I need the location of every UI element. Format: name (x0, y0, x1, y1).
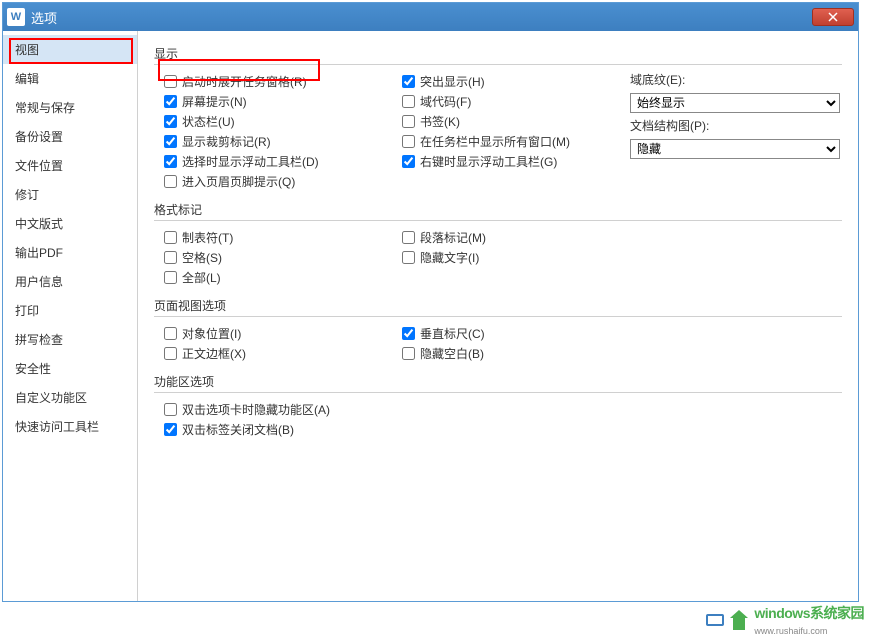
sidebar-item-general[interactable]: 常规与保存 (3, 93, 137, 122)
sidebar-item-revision[interactable]: 修订 (3, 180, 137, 209)
label-docmap: 文档结构图(P): (630, 117, 842, 134)
sidebar-item-filelocation[interactable]: 文件位置 (3, 151, 137, 180)
sidebar-item-view[interactable]: 视图 (3, 35, 137, 64)
label-taskbar-windows[interactable]: 在任务栏中显示所有窗口(M) (420, 133, 570, 150)
label-statusbar[interactable]: 状态栏(U) (182, 113, 235, 130)
watermark-sub: www.rushaifu.com (754, 626, 827, 636)
checkbox-hidewhite[interactable] (402, 347, 415, 360)
label-taskpane[interactable]: 启动时展开任务窗格(R) (182, 73, 307, 90)
checkbox-bookmark[interactable] (402, 115, 415, 128)
checkbox-all[interactable] (164, 271, 177, 284)
watermark-text: windows系统家园 (754, 605, 864, 621)
label-hidden[interactable]: 隐藏文字(I) (420, 249, 479, 266)
house-icon (728, 610, 750, 630)
label-screentip[interactable]: 屏幕提示(N) (182, 93, 247, 110)
window-title: 选项 (31, 8, 812, 27)
section-pageview-title: 页面视图选项 (154, 297, 842, 317)
checkbox-statusbar[interactable] (164, 115, 177, 128)
label-textborder[interactable]: 正文边框(X) (182, 345, 246, 362)
label-closetab[interactable]: 双击标签关闭文档(B) (182, 421, 294, 438)
section-ribbon-title: 功能区选项 (154, 373, 842, 393)
label-objectpos[interactable]: 对象位置(I) (182, 325, 241, 342)
label-tab[interactable]: 制表符(T) (182, 229, 233, 246)
section-display-title: 显示 (154, 45, 842, 65)
checkbox-hideribbon[interactable] (164, 403, 177, 416)
label-fieldcode[interactable]: 域代码(F) (420, 93, 471, 110)
checkbox-tab[interactable] (164, 231, 177, 244)
label-highlight[interactable]: 突出显示(H) (420, 73, 485, 90)
checkbox-fieldcode[interactable] (402, 95, 415, 108)
checkbox-floattoolbar-select[interactable] (164, 155, 177, 168)
sidebar-item-customribbon[interactable]: 自定义功能区 (3, 383, 137, 412)
label-hidewhite[interactable]: 隐藏空白(B) (420, 345, 484, 362)
label-space[interactable]: 空格(S) (182, 249, 222, 266)
checkbox-vruler[interactable] (402, 327, 415, 340)
sidebar-item-userinfo[interactable]: 用户信息 (3, 267, 137, 296)
sidebar-item-edit[interactable]: 编辑 (3, 64, 137, 93)
checkbox-taskpane[interactable] (164, 75, 177, 88)
checkbox-cropmark[interactable] (164, 135, 177, 148)
checkbox-headerfooter[interactable] (164, 175, 177, 188)
checkbox-floattoolbar-right[interactable] (402, 155, 415, 168)
label-headerfooter[interactable]: 进入页眉页脚提示(Q) (182, 173, 295, 190)
sidebar-item-quickaccess[interactable]: 快速访问工具栏 (3, 412, 137, 441)
checkbox-objectpos[interactable] (164, 327, 177, 340)
main-panel: 显示 启动时展开任务窗格(R) 屏幕提示(N) 状态栏(U) 显示裁剪标记(R)… (138, 31, 858, 601)
label-vruler[interactable]: 垂直标尺(C) (420, 325, 485, 342)
watermark: windows系统家园 www.rushaifu.com (706, 603, 864, 637)
sidebar-item-pdf[interactable]: 输出PDF (3, 238, 137, 267)
sidebar-item-security[interactable]: 安全性 (3, 354, 137, 383)
label-floattoolbar-right[interactable]: 右键时显示浮动工具栏(G) (420, 153, 557, 170)
close-button[interactable] (812, 8, 854, 26)
checkbox-paragraph[interactable] (402, 231, 415, 244)
checkbox-highlight[interactable] (402, 75, 415, 88)
checkbox-textborder[interactable] (164, 347, 177, 360)
label-paragraph[interactable]: 段落标记(M) (420, 229, 486, 246)
select-docmap[interactable]: 隐藏 (630, 139, 840, 159)
select-shading[interactable]: 始终显示 (630, 93, 840, 113)
checkbox-closetab[interactable] (164, 423, 177, 436)
sidebar-item-spellcheck[interactable]: 拼写检查 (3, 325, 137, 354)
section-format-title: 格式标记 (154, 201, 842, 221)
sidebar-item-chinese[interactable]: 中文版式 (3, 209, 137, 238)
label-shading: 域底纹(E): (630, 71, 842, 88)
sidebar-item-backup[interactable]: 备份设置 (3, 122, 137, 151)
checkbox-space[interactable] (164, 251, 177, 264)
close-icon (828, 12, 838, 22)
sidebar-item-print[interactable]: 打印 (3, 296, 137, 325)
app-icon: W (7, 8, 25, 26)
monitor-icon (706, 614, 724, 626)
checkbox-screentip[interactable] (164, 95, 177, 108)
sidebar: 视图 编辑 常规与保存 备份设置 文件位置 修订 中文版式 输出PDF 用户信息… (3, 31, 138, 601)
label-floattoolbar-select[interactable]: 选择时显示浮动工具栏(D) (182, 153, 319, 170)
label-cropmark[interactable]: 显示裁剪标记(R) (182, 133, 271, 150)
checkbox-taskbar-windows[interactable] (402, 135, 415, 148)
label-hideribbon[interactable]: 双击选项卡时隐藏功能区(A) (182, 401, 330, 418)
label-all[interactable]: 全部(L) (182, 269, 221, 286)
checkbox-hidden[interactable] (402, 251, 415, 264)
label-bookmark[interactable]: 书签(K) (420, 113, 460, 130)
